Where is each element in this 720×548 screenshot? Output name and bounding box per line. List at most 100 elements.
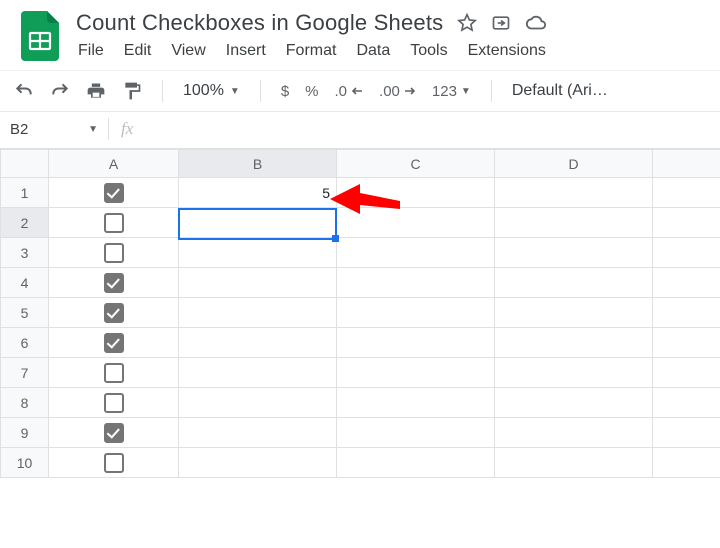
checkbox[interactable]: [104, 423, 124, 443]
checkbox[interactable]: [104, 303, 124, 323]
cell[interactable]: [179, 298, 337, 328]
row-header[interactable]: 7: [1, 358, 49, 388]
cell[interactable]: [495, 388, 653, 418]
paint-format-icon[interactable]: [122, 81, 142, 101]
number-format-dropdown[interactable]: 123 ▼: [432, 83, 471, 100]
cell[interactable]: [337, 418, 495, 448]
column-header[interactable]: [653, 150, 720, 178]
cell[interactable]: [49, 298, 179, 328]
cell[interactable]: [179, 268, 337, 298]
cell[interactable]: [653, 238, 720, 268]
menu-data[interactable]: Data: [356, 42, 390, 60]
menu-file[interactable]: File: [78, 42, 104, 60]
cell[interactable]: [495, 328, 653, 358]
star-icon[interactable]: [457, 13, 477, 33]
cell[interactable]: [337, 358, 495, 388]
checkbox[interactable]: [104, 183, 124, 203]
font-dropdown[interactable]: Default (Ari…: [512, 82, 608, 100]
row-header[interactable]: 5: [1, 298, 49, 328]
column-header[interactable]: C: [337, 150, 495, 178]
row-header[interactable]: 8: [1, 388, 49, 418]
cell[interactable]: [495, 208, 653, 238]
move-icon[interactable]: [491, 13, 511, 33]
increase-decimal-button[interactable]: .00: [379, 83, 416, 100]
format-currency-button[interactable]: $: [281, 83, 289, 100]
cell[interactable]: [49, 448, 179, 478]
format-percent-button[interactable]: %: [305, 83, 318, 100]
cell[interactable]: [653, 298, 720, 328]
cell[interactable]: 5: [179, 178, 337, 208]
menu-edit[interactable]: Edit: [124, 42, 152, 60]
checkbox[interactable]: [104, 243, 124, 263]
cloud-status-icon[interactable]: [525, 13, 547, 33]
undo-icon[interactable]: [14, 81, 34, 101]
cell[interactable]: [653, 208, 720, 238]
cell[interactable]: [337, 178, 495, 208]
checkbox[interactable]: [104, 273, 124, 293]
row-header[interactable]: 6: [1, 328, 49, 358]
cell[interactable]: [495, 358, 653, 388]
cell[interactable]: [495, 418, 653, 448]
cell[interactable]: [49, 208, 179, 238]
cell[interactable]: [337, 298, 495, 328]
cell[interactable]: [179, 208, 337, 238]
cell[interactable]: [653, 268, 720, 298]
cell[interactable]: [49, 178, 179, 208]
cell[interactable]: [179, 358, 337, 388]
cell[interactable]: [337, 268, 495, 298]
row-header[interactable]: 3: [1, 238, 49, 268]
column-header[interactable]: B: [179, 150, 337, 178]
cell[interactable]: [179, 388, 337, 418]
cell[interactable]: [337, 208, 495, 238]
cell[interactable]: [495, 268, 653, 298]
cell[interactable]: [495, 238, 653, 268]
cell[interactable]: [337, 388, 495, 418]
cell[interactable]: [653, 418, 720, 448]
checkbox[interactable]: [104, 393, 124, 413]
cell[interactable]: [653, 448, 720, 478]
cell[interactable]: [337, 238, 495, 268]
cell[interactable]: [179, 328, 337, 358]
checkbox[interactable]: [104, 333, 124, 353]
cell[interactable]: [653, 388, 720, 418]
menu-extensions[interactable]: Extensions: [468, 42, 546, 60]
cell[interactable]: [49, 328, 179, 358]
cell[interactable]: [337, 328, 495, 358]
cell[interactable]: [179, 418, 337, 448]
checkbox[interactable]: [104, 213, 124, 233]
menu-view[interactable]: View: [171, 42, 205, 60]
checkbox[interactable]: [104, 363, 124, 383]
cell[interactable]: [49, 238, 179, 268]
print-icon[interactable]: [86, 81, 106, 101]
cell[interactable]: [337, 448, 495, 478]
row-header[interactable]: 4: [1, 268, 49, 298]
column-header[interactable]: A: [49, 150, 179, 178]
select-all-corner[interactable]: [1, 150, 49, 178]
menu-insert[interactable]: Insert: [226, 42, 266, 60]
cell[interactable]: [179, 238, 337, 268]
cell[interactable]: [495, 298, 653, 328]
decrease-decimal-button[interactable]: .0: [335, 83, 364, 100]
document-title[interactable]: Count Checkboxes in Google Sheets: [76, 10, 443, 36]
column-header[interactable]: D: [495, 150, 653, 178]
cell[interactable]: [179, 448, 337, 478]
cell[interactable]: [495, 178, 653, 208]
row-header[interactable]: 1: [1, 178, 49, 208]
cell[interactable]: [653, 358, 720, 388]
row-header[interactable]: 2: [1, 208, 49, 238]
checkbox[interactable]: [104, 453, 124, 473]
cell[interactable]: [49, 268, 179, 298]
menu-format[interactable]: Format: [286, 42, 337, 60]
cell[interactable]: [49, 418, 179, 448]
cell[interactable]: [653, 328, 720, 358]
row-header[interactable]: 10: [1, 448, 49, 478]
cell[interactable]: [653, 178, 720, 208]
row-header[interactable]: 9: [1, 418, 49, 448]
zoom-dropdown[interactable]: 100% ▼: [183, 82, 240, 100]
redo-icon[interactable]: [50, 81, 70, 101]
cell[interactable]: [49, 358, 179, 388]
menu-tools[interactable]: Tools: [410, 42, 447, 60]
name-box[interactable]: B2 ▼: [10, 121, 108, 138]
cell[interactable]: [49, 388, 179, 418]
cell[interactable]: [495, 448, 653, 478]
